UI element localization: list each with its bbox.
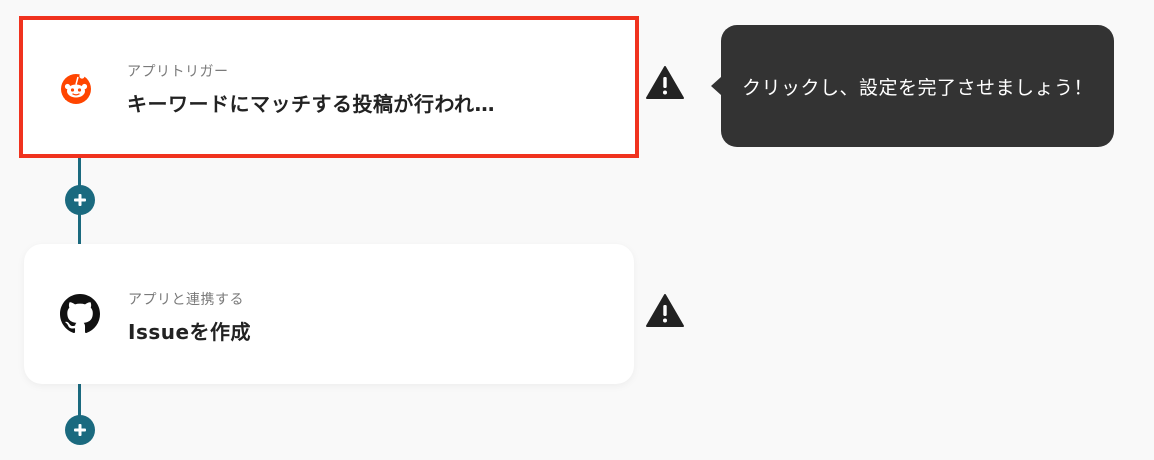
step-title: キーワードにマッチする投稿が行われ… — [127, 92, 495, 116]
setup-tooltip: クリックし、設定を完了させましょう！ — [721, 25, 1114, 147]
step-title: Issueを作成 — [128, 320, 252, 344]
step-subtitle: アプリと連携する — [128, 292, 244, 308]
step-subtitle: アプリトリガー — [127, 64, 229, 80]
flow-canvas: アプリトリガー キーワードにマッチする投稿が行われ… アプリと連携する Issu… — [0, 0, 1154, 460]
plus-icon — [74, 194, 86, 206]
plus-icon — [74, 424, 86, 436]
github-icon — [60, 294, 100, 334]
action-step-card[interactable]: アプリと連携する Issueを作成 — [24, 244, 634, 384]
tooltip-text: クリックし、設定を完了させましょう！ — [741, 76, 1093, 99]
warning-icon[interactable] — [645, 65, 685, 101]
reddit-icon — [56, 67, 96, 107]
warning-icon[interactable] — [645, 293, 685, 329]
tooltip-arrow — [711, 77, 721, 95]
trigger-step-card[interactable]: アプリトリガー キーワードにマッチする投稿が行われ… — [19, 16, 639, 158]
add-step-button[interactable] — [65, 415, 95, 445]
add-step-button[interactable] — [65, 185, 95, 215]
